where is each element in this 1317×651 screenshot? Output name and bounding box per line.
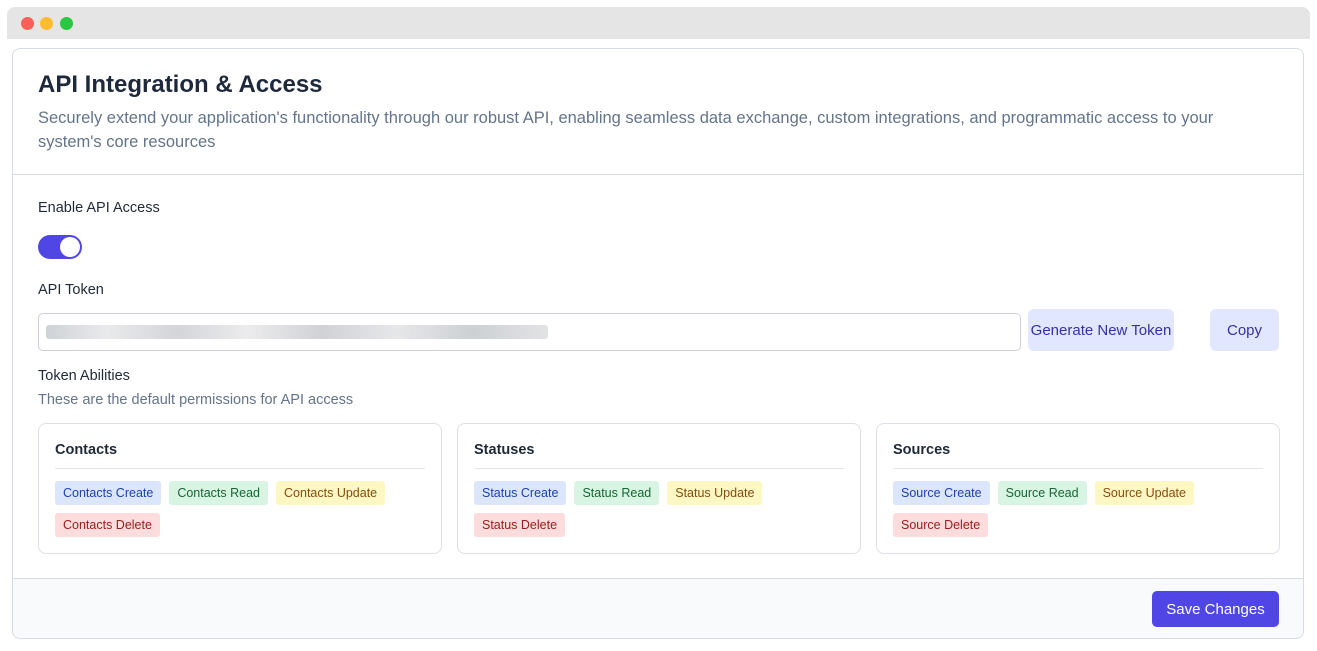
permission-badge-read: Source Read <box>997 481 1087 505</box>
permission-badge-delete: Source Delete <box>893 513 989 537</box>
permission-badge-update: Contacts Update <box>276 481 386 505</box>
token-abilities-description: These are the default permissions for AP… <box>38 392 354 408</box>
close-window-icon[interactable] <box>21 17 34 30</box>
permission-group-contacts: Contacts Contacts Create Contacts Read C… <box>38 423 442 554</box>
toggle-knob <box>60 237 80 257</box>
page-subtitle: Securely extend your application's funct… <box>38 109 1214 151</box>
permission-group-title: Contacts <box>55 442 118 458</box>
permission-divider <box>893 468 1263 469</box>
permission-badge-read: Status Read <box>574 481 660 505</box>
enable-api-access-toggle[interactable] <box>38 235 82 259</box>
permission-badge-delete: Contacts Delete <box>55 513 160 537</box>
enable-api-access-label: Enable API Access <box>38 200 160 216</box>
permission-group-title: Statuses <box>474 442 535 458</box>
api-token-field[interactable] <box>38 313 1021 351</box>
permission-group-title: Sources <box>893 442 951 458</box>
minimize-window-icon[interactable] <box>40 17 53 30</box>
permission-divider <box>55 468 425 469</box>
permission-badge-update: Status Update <box>667 481 763 505</box>
permission-group-statuses: Statuses Status Create Status Read Statu… <box>457 423 861 554</box>
save-changes-button[interactable]: Save Changes <box>1152 591 1279 627</box>
permission-divider <box>474 468 844 469</box>
permission-badge-create: Status Create <box>474 481 567 505</box>
api-token-label: API Token <box>38 282 104 298</box>
permission-badge-read: Contacts Read <box>169 481 269 505</box>
card-footer: Save Changes <box>13 578 1303 638</box>
maximize-window-icon[interactable] <box>60 17 73 30</box>
permission-group-sources: Sources Source Create Source Read Source… <box>876 423 1280 554</box>
token-abilities-label: Token Abilities <box>38 368 130 384</box>
permission-badge-delete: Status Delete <box>474 513 566 537</box>
generate-new-token-button[interactable]: Generate New Token <box>1028 309 1174 351</box>
window-title-bar <box>7 7 1310 39</box>
permission-badge-create: Contacts Create <box>55 481 162 505</box>
page-title: API Integration & Access <box>38 71 323 98</box>
copy-token-button[interactable]: Copy <box>1210 309 1279 351</box>
api-settings-card: API Integration & Access Securely extend… <box>12 48 1304 639</box>
permission-badge-update: Source Update <box>1094 481 1194 505</box>
permission-badge-create: Source Create <box>893 481 990 505</box>
obscured-token-value <box>46 325 548 339</box>
card-header: API Integration & Access Securely extend… <box>13 49 1303 175</box>
